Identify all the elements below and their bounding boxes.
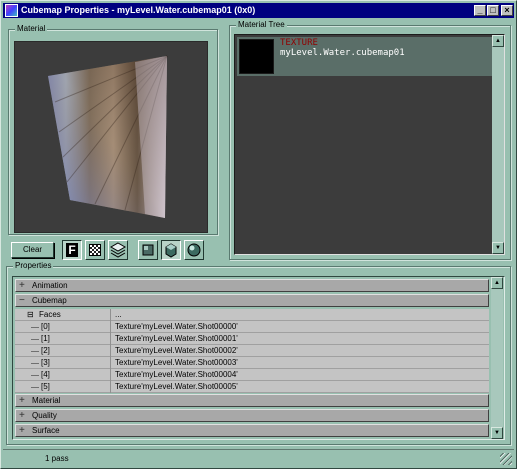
expand-plus-icon[interactable]: +	[19, 395, 25, 406]
cubemap-properties-window: Cubemap Properties - myLevel.Water.cubem…	[0, 0, 517, 469]
property-row-face-0[interactable]: [0] Texture'myLevel.Water.Shot00000'	[15, 321, 489, 333]
property-name: [5]	[41, 382, 50, 391]
property-row-face-4[interactable]: [4] Texture'myLevel.Water.Shot00004'	[15, 369, 489, 381]
collapse-minus-icon[interactable]: ⊟	[27, 309, 34, 320]
property-row-face-3[interactable]: [3] Texture'myLevel.Water.Shot00003'	[15, 357, 489, 369]
property-value[interactable]: Texture'myLevel.Water.Shot00003'	[115, 357, 238, 368]
property-name: Faces	[39, 310, 61, 319]
property-name: [1]	[41, 334, 50, 343]
material-tree-item[interactable]: TEXTURE myLevel.Water.cubemap01	[237, 37, 492, 76]
scroll-down-icon[interactable]: ▼	[491, 427, 503, 439]
scroll-up-icon[interactable]: ▲	[491, 277, 503, 289]
property-value[interactable]: Texture'myLevel.Water.Shot00005'	[115, 381, 238, 392]
tool-button-font[interactable]: F	[62, 240, 82, 260]
close-button[interactable]: ×	[501, 5, 513, 16]
sphere-preview-icon	[187, 243, 201, 257]
material-preview-viewport[interactable]	[14, 41, 208, 233]
texture-thumbnail	[239, 39, 274, 74]
category-quality[interactable]: + Quality	[15, 409, 489, 422]
property-row-face-5[interactable]: [5] Texture'myLevel.Water.Shot00005'	[15, 381, 489, 393]
material-tree-item-name: myLevel.Water.cubemap01	[280, 48, 405, 58]
layers-icon	[109, 242, 127, 258]
tool-button-sphere[interactable]	[184, 240, 204, 260]
status-bar: 1 pass	[3, 449, 514, 467]
property-value[interactable]: Texture'myLevel.Water.Shot00002'	[115, 345, 238, 356]
property-row-faces[interactable]: ⊟ Faces ...	[15, 309, 489, 321]
tool-button-cube[interactable]	[161, 240, 181, 260]
checker-background-icon	[89, 244, 101, 256]
collapse-minus-icon[interactable]: −	[19, 295, 25, 306]
font-f-icon: F	[66, 243, 78, 257]
category-surface[interactable]: + Surface	[15, 424, 489, 437]
properties-scrollbar[interactable]: ▲ ▼	[491, 277, 503, 439]
property-row-face-1[interactable]: [1] Texture'myLevel.Water.Shot00001'	[15, 333, 489, 345]
property-name: [2]	[41, 346, 50, 355]
properties-label: Properties	[13, 261, 54, 271]
material-tree-item-type: TEXTURE	[280, 38, 318, 48]
status-text: 1 pass	[45, 454, 69, 463]
property-name: [0]	[41, 322, 50, 331]
maximize-button[interactable]: □	[487, 5, 499, 16]
property-name: [3]	[41, 358, 50, 367]
plane-preview-icon	[142, 244, 154, 256]
cubemap-preview-render	[48, 55, 168, 218]
title-bar[interactable]: Cubemap Properties - myLevel.Water.cubem…	[3, 3, 514, 18]
cube-preview-icon	[165, 243, 177, 258]
category-material[interactable]: + Material	[15, 394, 489, 407]
property-grid: + Animation − Cubemap ⊟ Faces ... [0] Te…	[12, 276, 505, 440]
material-group-label: Material	[15, 24, 48, 34]
expand-plus-icon[interactable]: +	[19, 425, 25, 436]
tool-button-plane[interactable]	[138, 240, 158, 260]
property-value[interactable]: ...	[115, 309, 122, 320]
property-value[interactable]: Texture'myLevel.Water.Shot00000'	[115, 321, 238, 332]
window-title: Cubemap Properties - myLevel.Water.cubem…	[21, 5, 256, 15]
material-tree-label: Material Tree	[236, 20, 287, 30]
material-tree-scrollbar[interactable]: ▲ ▼	[492, 35, 504, 254]
property-value[interactable]: Texture'myLevel.Water.Shot00001'	[115, 333, 238, 344]
scroll-down-icon[interactable]: ▼	[492, 242, 504, 254]
tool-button-layers[interactable]	[108, 240, 128, 260]
scroll-up-icon[interactable]: ▲	[492, 35, 504, 47]
expand-plus-icon[interactable]: +	[19, 280, 25, 291]
tool-button-checker[interactable]	[85, 240, 105, 260]
minimize-button[interactable]: _	[474, 5, 486, 16]
app-icon	[5, 4, 18, 17]
resize-grip-icon[interactable]	[500, 453, 512, 465]
category-cubemap[interactable]: − Cubemap	[15, 294, 489, 307]
material-tree-panel: TEXTURE myLevel.Water.cubemap01 ▲ ▼	[234, 34, 505, 255]
property-value[interactable]: Texture'myLevel.Water.Shot00004'	[115, 369, 238, 380]
expand-plus-icon[interactable]: +	[19, 410, 25, 421]
property-row-face-2[interactable]: [2] Texture'myLevel.Water.Shot00002'	[15, 345, 489, 357]
category-animation[interactable]: + Animation	[15, 279, 489, 292]
clear-button[interactable]: Clear	[11, 242, 54, 258]
property-name: [4]	[41, 370, 50, 379]
